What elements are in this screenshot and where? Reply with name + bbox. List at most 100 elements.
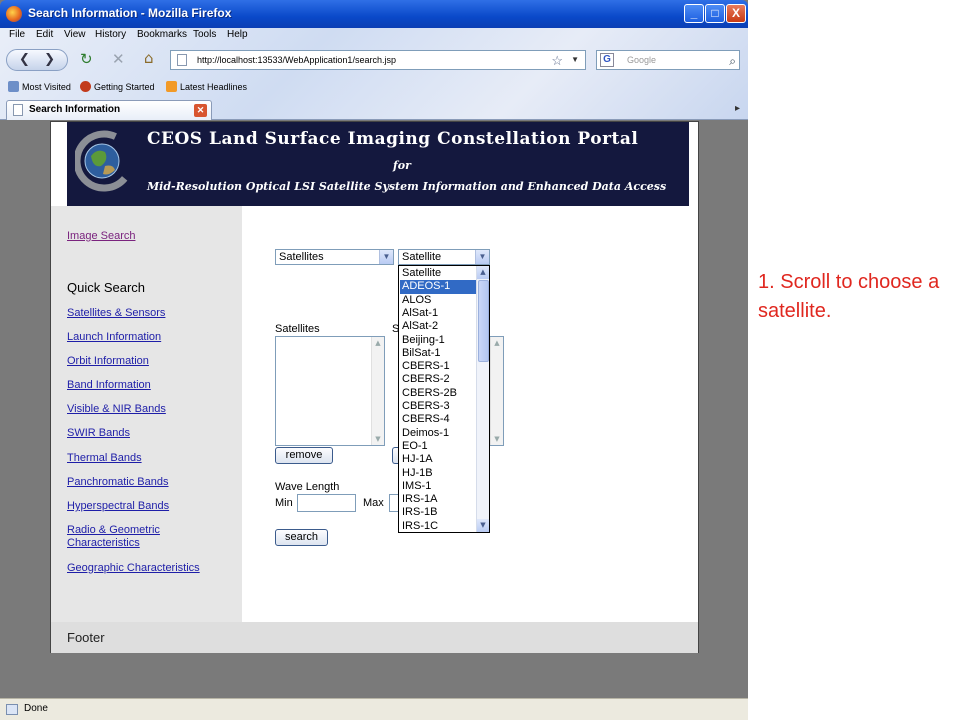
home-icon[interactable]: ⌂ <box>144 51 154 66</box>
image-search-link[interactable]: Image Search <box>67 230 135 243</box>
google-icon[interactable]: G <box>600 53 614 67</box>
back-forward-button[interactable]: ❮ ❯ <box>6 49 68 71</box>
menu-view[interactable]: View <box>64 29 86 40</box>
navigation-toolbar: ❮ ❯ ↻ ✕ ⌂ http://localhost:13533/WebAppl… <box>0 46 748 74</box>
quick-search-heading: Quick Search <box>67 280 146 295</box>
stop-icon[interactable]: ✕ <box>112 52 125 67</box>
back-arrow-icon[interactable]: ❮ <box>19 52 30 67</box>
satellites-sensors-link[interactable]: Satellites & Sensors <box>67 307 165 320</box>
menu-bookmarks[interactable]: Bookmarks <box>137 29 187 40</box>
forward-arrow-icon[interactable]: ❯ <box>44 52 55 67</box>
option-ims-1[interactable]: IMS-1 <box>400 480 476 493</box>
option-adeos-1[interactable]: ADEOS-1 <box>400 280 476 294</box>
option-satellite[interactable]: Satellite <box>400 267 476 280</box>
status-page-icon <box>6 704 18 715</box>
maximize-button[interactable]: □ <box>705 4 725 23</box>
menu-history[interactable]: History <box>95 29 126 40</box>
url-dropdown-icon[interactable]: ▼ <box>571 51 579 69</box>
bookmark-most-visited[interactable]: Most Visited <box>8 81 71 92</box>
close-tab-icon[interactable]: ✕ <box>194 104 207 117</box>
instruction-caption: 1. Scroll to choose a satellite. <box>758 271 940 322</box>
most-visited-icon <box>8 81 19 92</box>
option-alsat-2[interactable]: AlSat-2 <box>400 320 476 333</box>
option-hj-1b[interactable]: HJ-1B <box>400 467 476 480</box>
launch-information-link[interactable]: Launch Information <box>67 331 161 344</box>
banner-title: CEOS Land Surface Imaging Constellation … <box>147 129 639 149</box>
status-text: Done <box>24 703 48 714</box>
bookmark-getting-started[interactable]: Getting Started <box>80 81 155 92</box>
menu-help[interactable]: Help <box>227 29 248 40</box>
banner-for: for <box>393 159 411 172</box>
option-cbers-4[interactable]: CBERS-4 <box>400 413 476 426</box>
page-footer: Footer <box>51 622 698 653</box>
minimize-button[interactable]: _ <box>684 4 704 23</box>
search-box[interactable]: G Google ⌕ <box>596 50 740 70</box>
dropdown-scrollbar[interactable]: ▲ ▼ <box>476 266 489 532</box>
address-bar[interactable]: http://localhost:13533/WebApplication1/s… <box>170 50 586 70</box>
satellite-select[interactable]: Satellite ▼ <box>398 249 490 265</box>
band-information-link[interactable]: Band Information <box>67 379 151 392</box>
option-irs-1c[interactable]: IRS-1C <box>400 520 476 532</box>
option-deimos-1[interactable]: Deimos-1 <box>400 427 476 440</box>
footer-text: Footer <box>67 630 105 645</box>
scroll-up-icon[interactable]: ▲ <box>372 337 384 349</box>
reload-icon[interactable]: ↻ <box>80 52 93 67</box>
bookmarks-toolbar: Most Visited Getting Started Latest Head… <box>0 78 748 96</box>
scroll-down-icon[interactable]: ▼ <box>372 433 384 445</box>
hyperspectral-bands-link[interactable]: Hyperspectral Bands <box>67 500 169 513</box>
option-irs-1b[interactable]: IRS-1B <box>400 506 476 519</box>
orbit-information-link[interactable]: Orbit Information <box>67 355 149 368</box>
min-wavelength-input[interactable] <box>297 494 356 512</box>
scroll-down-icon[interactable]: ▼ <box>477 519 489 532</box>
menu-tools[interactable]: Tools <box>193 29 216 40</box>
panchromatic-bands-link[interactable]: Panchromatic Bands <box>67 476 169 489</box>
option-alsat-1[interactable]: AlSat-1 <box>400 307 476 320</box>
max-label: Max <box>363 497 384 509</box>
scroll-up-icon[interactable]: ▲ <box>491 337 503 349</box>
radio-geometric-link[interactable]: Radio & Geometric Characteristics <box>67 524 187 550</box>
title-bar: Search Information - Mozilla Firefox _ □… <box>0 0 748 28</box>
scrollbar-thumb[interactable] <box>478 280 489 362</box>
close-window-button[interactable]: X <box>726 4 746 23</box>
bookmark-label: Latest Headlines <box>180 82 248 92</box>
satellites-listbox[interactable]: ▲ ▼ <box>275 336 385 446</box>
category-select[interactable]: Satellites ▼ <box>275 249 394 265</box>
satellite-dropdown-list[interactable]: Satellite ADEOS-1 ALOS AlSat-1 AlSat-2 B… <box>398 265 490 533</box>
search-icon[interactable]: ⌕ <box>729 52 736 70</box>
option-cbers-2b[interactable]: CBERS-2B <box>400 387 476 400</box>
option-hj-1a[interactable]: HJ-1A <box>400 453 476 466</box>
satellite-select-value: Satellite <box>402 251 442 263</box>
option-beijing-1[interactable]: Beijing-1 <box>400 334 476 347</box>
sensors-listbox[interactable]: ▲ ▼ <box>490 336 504 446</box>
thermal-bands-link[interactable]: Thermal Bands <box>67 452 142 465</box>
search-button[interactable]: search <box>275 529 328 546</box>
scroll-down-icon[interactable]: ▼ <box>491 433 503 445</box>
menu-edit[interactable]: Edit <box>36 29 53 40</box>
bookmark-star-icon[interactable]: ☆ <box>551 52 563 70</box>
option-cbers-2[interactable]: CBERS-2 <box>400 373 476 386</box>
geographic-characteristics-link[interactable]: Geographic Characteristics <box>67 562 200 575</box>
tab-search-information[interactable]: Search Information ✕ <box>6 100 212 120</box>
browser-chrome: File Edit View History Bookmarks Tools H… <box>0 28 748 120</box>
visible-nir-bands-link[interactable]: Visible & NIR Bands <box>67 403 166 416</box>
option-alos[interactable]: ALOS <box>400 294 476 307</box>
option-eo-1[interactable]: EO-1 <box>400 440 476 453</box>
option-irs-1a[interactable]: IRS-1A <box>400 493 476 506</box>
menu-file[interactable]: File <box>9 29 25 40</box>
option-cbers-1[interactable]: CBERS-1 <box>400 360 476 373</box>
swir-bands-link[interactable]: SWIR Bands <box>67 427 130 440</box>
tab-list-arrow-icon[interactable]: ▸ <box>735 103 740 114</box>
chevron-down-icon[interactable]: ▼ <box>379 250 393 264</box>
browser-window: Search Information - Mozilla Firefox _ □… <box>0 0 748 720</box>
option-bilsat-1[interactable]: BilSat-1 <box>400 347 476 360</box>
chevron-down-icon[interactable]: ▼ <box>475 250 489 264</box>
window-title: Search Information - Mozilla Firefox <box>28 6 232 20</box>
remove-button[interactable]: remove <box>275 447 333 464</box>
listbox-scrollbar[interactable]: ▲ ▼ <box>490 337 503 445</box>
scroll-up-icon[interactable]: ▲ <box>477 266 489 279</box>
listbox-scrollbar[interactable]: ▲ ▼ <box>371 337 384 445</box>
bookmark-latest-headlines[interactable]: Latest Headlines <box>166 81 247 92</box>
ceos-logo-icon <box>75 130 133 192</box>
option-cbers-3[interactable]: CBERS-3 <box>400 400 476 413</box>
getting-started-icon <box>80 81 91 92</box>
